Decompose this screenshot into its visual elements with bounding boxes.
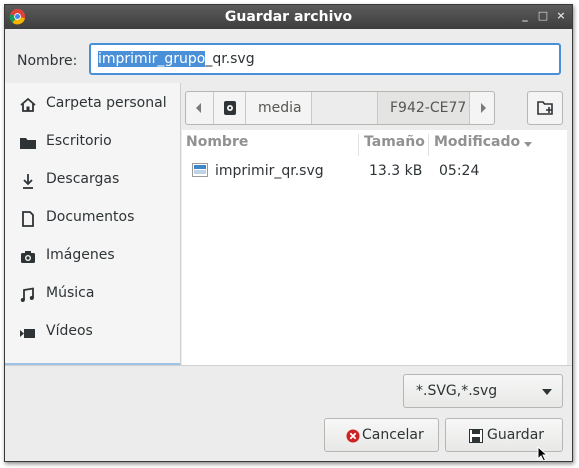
path-bar: media F942-CE77 bbox=[185, 91, 495, 125]
chevron-right-icon bbox=[481, 103, 486, 113]
sidebar-item-label: Música bbox=[46, 285, 95, 301]
path-segment-media[interactable]: media bbox=[246, 92, 312, 124]
file-size: 13.3 kB bbox=[369, 163, 423, 179]
name-label: Nombre: bbox=[17, 53, 78, 69]
file-type-filter-value: *.SVG,*.svg bbox=[416, 383, 498, 399]
sidebar-item-label: Vídeos bbox=[46, 323, 93, 339]
cancel-icon bbox=[346, 429, 360, 443]
path-forward-button[interactable] bbox=[470, 92, 494, 124]
sidebar-item-label: Imágenes bbox=[46, 247, 115, 263]
path-segment-label: F942-CE77 bbox=[390, 100, 467, 116]
file-list: Nombre Tamaño Modificado imprimir_qr.svg… bbox=[182, 130, 540, 366]
sidebar-item-documentos[interactable]: Documentos bbox=[5, 199, 180, 237]
save-disk-icon bbox=[469, 429, 483, 443]
column-separator bbox=[428, 134, 429, 156]
home-icon bbox=[20, 97, 36, 112]
file-list-scroll-area[interactable] bbox=[540, 130, 567, 366]
download-icon bbox=[23, 174, 33, 189]
cancel-button[interactable]: Cancelar bbox=[324, 418, 439, 452]
path-segment-current[interactable]: F942-CE77 bbox=[378, 92, 470, 124]
sidebar-item-label: Descargas bbox=[46, 171, 120, 187]
window-title: Guardar archivo bbox=[224, 9, 353, 25]
sidebar-item-descargas[interactable]: Descargas bbox=[5, 161, 180, 199]
chevron-down-icon bbox=[542, 389, 552, 395]
new-folder-icon bbox=[537, 101, 553, 115]
sidebar-item-label: Escritorio bbox=[46, 133, 112, 149]
title-bar[interactable]: Guardar archivo _ □ × bbox=[5, 5, 572, 29]
camera-icon bbox=[21, 251, 35, 263]
create-folder-button[interactable] bbox=[527, 91, 563, 125]
column-header-name[interactable]: Nombre bbox=[186, 134, 248, 150]
filename-input[interactable]: imprimir_grupo_qr.svg bbox=[89, 43, 561, 75]
close-button[interactable]: × bbox=[553, 8, 569, 24]
image-file-icon bbox=[192, 163, 208, 177]
video-icon bbox=[20, 329, 35, 338]
file-type-filter-select[interactable]: *.SVG,*.svg bbox=[403, 374, 563, 408]
sidebar-item-videos[interactable]: Vídeos bbox=[5, 313, 180, 351]
mouse-cursor-icon bbox=[537, 446, 549, 461]
cancel-label: Cancelar bbox=[362, 427, 424, 443]
path-segment-user[interactable] bbox=[312, 92, 378, 124]
sidebar-item-carpeta-personal[interactable]: Carpeta personal bbox=[5, 85, 180, 123]
column-header-size[interactable]: Tamaño bbox=[364, 134, 425, 150]
filename-selected-text: imprimir_grupo bbox=[98, 51, 206, 67]
file-name: imprimir_qr.svg bbox=[215, 163, 324, 179]
chevron-left-icon bbox=[196, 103, 201, 113]
drive-icon bbox=[224, 101, 236, 115]
sidebar-item-musica[interactable]: Música bbox=[5, 275, 180, 313]
maximize-button[interactable]: □ bbox=[535, 8, 551, 24]
dialog-footer: *.SVG,*.svg Cancelar Guardar bbox=[5, 365, 572, 461]
save-label: Guardar bbox=[487, 427, 545, 443]
music-icon bbox=[20, 287, 34, 302]
column-header-modified[interactable]: Modificado bbox=[434, 134, 520, 150]
filename-rest-text: _qr.svg bbox=[205, 51, 255, 67]
sort-descending-icon bbox=[524, 142, 532, 147]
path-back-button[interactable] bbox=[186, 92, 214, 124]
folder-icon bbox=[20, 138, 36, 149]
path-segment-drive[interactable] bbox=[214, 92, 246, 124]
sidebar-item-label: Documentos bbox=[46, 209, 135, 225]
minimize-button[interactable]: _ bbox=[517, 8, 533, 24]
save-file-dialog: Guardar archivo _ □ × Nombre: imprimir_g… bbox=[4, 4, 573, 462]
sidebar-item-label: Carpeta personal bbox=[46, 95, 167, 111]
file-modified: 05:24 bbox=[439, 163, 480, 179]
document-icon bbox=[22, 211, 34, 227]
places-sidebar: Carpeta personal Escritorio Descargas Do… bbox=[5, 83, 181, 365]
sidebar-item-imagenes[interactable]: Imágenes bbox=[5, 237, 180, 275]
column-separator bbox=[358, 134, 359, 156]
path-segment-label: media bbox=[258, 100, 302, 116]
sidebar-item-escritorio[interactable]: Escritorio bbox=[5, 123, 180, 161]
